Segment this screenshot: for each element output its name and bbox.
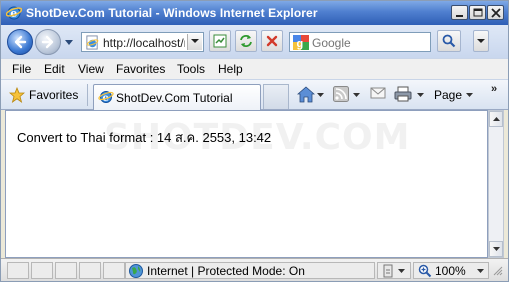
page-menu-button[interactable]: Page	[434, 88, 462, 102]
compatibility-view-button[interactable]	[209, 30, 231, 52]
search-button[interactable]	[437, 30, 461, 52]
feeds-dropdown-icon[interactable]	[353, 93, 360, 97]
scroll-down-button[interactable]	[489, 241, 503, 257]
status-panel	[7, 262, 29, 279]
tab-shotdev-tutorial[interactable]: e ShotDev.Com Tutorial	[93, 84, 261, 110]
ie-page-icon: e	[98, 91, 114, 104]
search-box: g	[289, 32, 431, 52]
page-content: SHOTDEV.COM Convert to Thai format : 14 …	[5, 110, 488, 258]
stop-icon	[266, 35, 278, 47]
menu-bar: File Edit View Favorites Tools Help	[1, 58, 508, 80]
chevron-up-icon	[493, 117, 500, 121]
title-bar: e ShotDev.Com Tutorial - Windows Interne…	[1, 1, 508, 25]
thai-date-output: Convert to Thai format : 14 ส.ค. 2553, 1…	[17, 130, 272, 145]
chevron-down-icon	[477, 39, 485, 43]
magnifier-icon	[442, 34, 456, 48]
chevron-down-icon	[191, 39, 199, 43]
refresh-icon	[240, 35, 252, 47]
menu-favorites[interactable]: Favorites	[116, 62, 165, 76]
google-icon: g	[293, 35, 309, 50]
vertical-scrollbar[interactable]	[488, 110, 504, 258]
favorites-button[interactable]: Favorites	[29, 88, 78, 102]
minimize-icon	[456, 15, 463, 17]
home-icon[interactable]	[297, 86, 315, 103]
refresh-button[interactable]	[235, 30, 257, 52]
close-icon	[491, 8, 501, 18]
maximize-icon	[473, 8, 483, 17]
status-panel	[103, 262, 125, 279]
security-zone-panel[interactable]: Internet | Protected Mode: On	[125, 262, 375, 279]
toolbar-divider	[87, 84, 88, 106]
ie-logo-icon: e	[6, 6, 22, 20]
lock-settings-icon	[383, 264, 405, 278]
zoom-level-text: 100%	[435, 264, 466, 278]
compatibility-view-icon	[213, 34, 227, 48]
new-tab-button[interactable]	[263, 84, 289, 109]
address-toolbar: http://localhost/r g Google	[1, 25, 508, 58]
tab-label: ShotDev.Com Tutorial	[116, 91, 233, 105]
stop-button[interactable]	[261, 30, 283, 52]
status-bar: Internet | Protected Mode: On 100%	[1, 258, 508, 281]
print-dropdown-icon[interactable]	[417, 93, 424, 97]
menu-tools[interactable]: Tools	[177, 62, 205, 76]
zone-status-text: Internet | Protected Mode: On	[147, 264, 305, 278]
chevron-down-icon	[493, 247, 500, 251]
mail-icon[interactable]	[370, 86, 386, 100]
status-panel	[79, 262, 101, 279]
scroll-up-button[interactable]	[489, 111, 503, 127]
menu-file[interactable]: File	[12, 62, 31, 76]
status-panel	[55, 262, 77, 279]
zoom-icon	[418, 264, 432, 278]
svg-text:g: g	[297, 38, 304, 50]
protected-mode-button[interactable]	[377, 262, 411, 279]
forward-arrow-icon	[41, 35, 54, 49]
page-dropdown-icon[interactable]	[466, 93, 473, 97]
ie-page-icon	[86, 35, 99, 50]
printer-icon[interactable]	[394, 86, 412, 102]
address-bar[interactable]: http://localhost/r	[81, 32, 204, 52]
menu-help[interactable]: Help	[218, 62, 243, 76]
status-panel	[31, 262, 53, 279]
globe-icon	[129, 264, 143, 278]
menu-edit[interactable]: Edit	[44, 62, 65, 76]
back-arrow-icon	[14, 35, 27, 49]
window-title: ShotDev.Com Tutorial - Windows Internet …	[26, 6, 318, 20]
minimize-button[interactable]	[451, 5, 468, 20]
address-dropdown-button[interactable]	[187, 34, 202, 50]
star-icon[interactable]	[9, 87, 25, 103]
menu-view[interactable]: View	[78, 62, 104, 76]
zoom-level-button[interactable]: 100%	[413, 262, 489, 279]
forward-button[interactable]	[35, 29, 61, 55]
resize-grip-icon[interactable]	[493, 266, 503, 276]
back-button[interactable]	[7, 29, 33, 55]
browser-window: e ShotDev.Com Tutorial - Windows Interne…	[0, 0, 509, 282]
zoom-dropdown-icon	[477, 269, 484, 273]
favorites-tab-bar: Favorites e ShotDev.Com Tutorial Page »	[1, 80, 508, 110]
recent-pages-dropdown-icon[interactable]	[64, 39, 74, 47]
maximize-button[interactable]	[469, 5, 486, 20]
toolbar-overflow-button[interactable]: »	[491, 83, 497, 95]
address-url: http://localhost/r	[103, 36, 185, 50]
close-button[interactable]	[487, 5, 504, 20]
search-options-button[interactable]	[473, 30, 489, 52]
rss-feed-icon[interactable]	[333, 86, 349, 102]
search-input[interactable]	[312, 35, 427, 50]
home-dropdown-icon[interactable]	[317, 93, 324, 97]
